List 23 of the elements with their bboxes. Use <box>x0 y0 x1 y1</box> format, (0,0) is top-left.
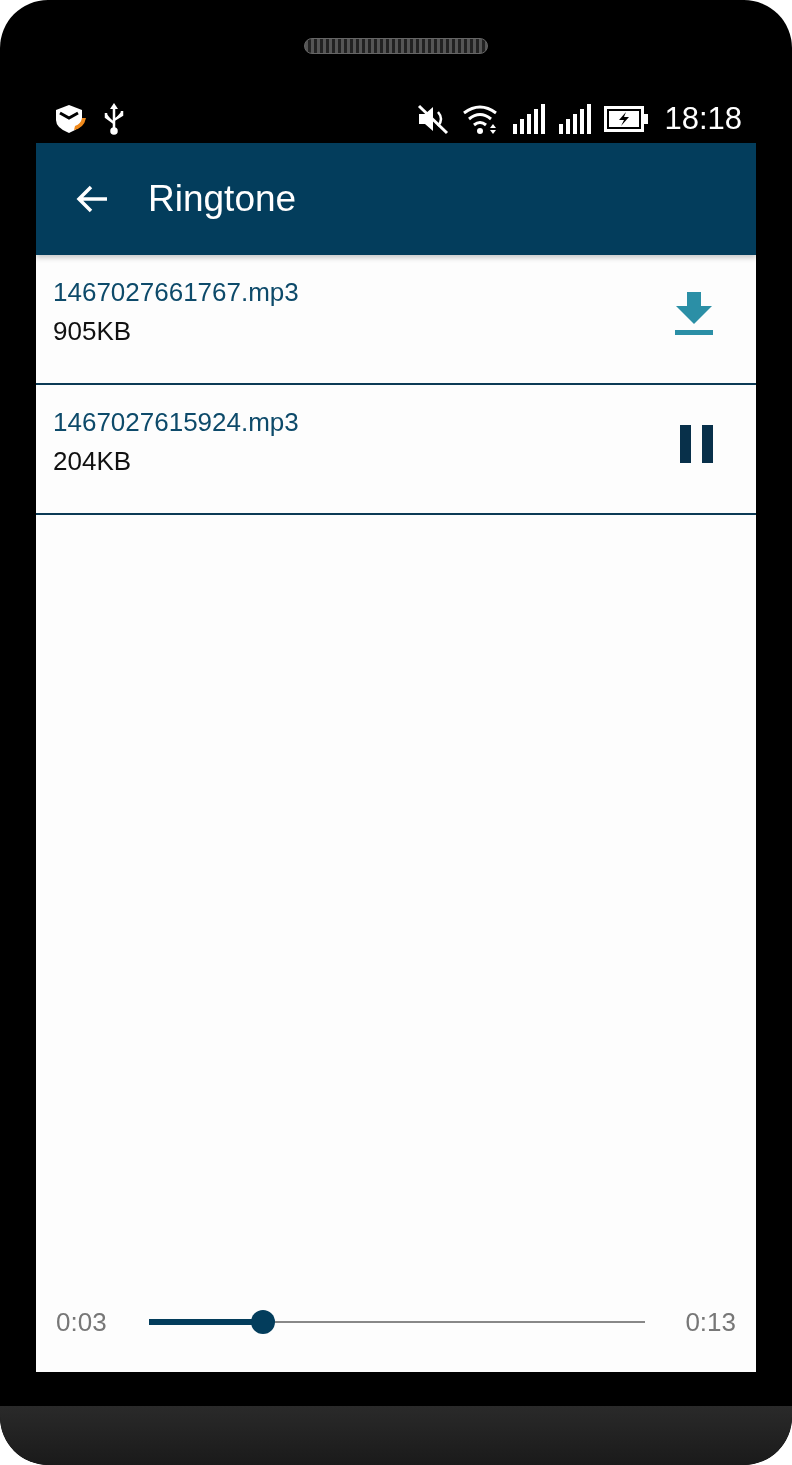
seek-handle[interactable] <box>250 1310 275 1334</box>
pause-button[interactable] <box>680 425 714 463</box>
signal-icon <box>558 104 593 134</box>
download-icon <box>674 292 714 336</box>
file-size: 905KB <box>53 316 133 347</box>
back-arrow-icon <box>75 184 109 214</box>
screen-title: Ringtone <box>148 178 297 220</box>
shield-phone-icon <box>54 104 88 134</box>
elapsed-time: 0:03 <box>56 1306 107 1338</box>
file-name: 1467027661767.mp3 <box>53 277 299 308</box>
file-size: 204KB <box>53 446 133 477</box>
ringtone-item[interactable]: 1467027615924.mp3 204KB <box>36 385 756 515</box>
seek-slider[interactable] <box>148 1310 646 1334</box>
signal-icon <box>512 104 547 134</box>
file-name: 1467027615924.mp3 <box>53 407 299 438</box>
status-time: 18:18 <box>664 101 742 137</box>
total-time: 0:13 <box>685 1306 736 1338</box>
ringtone-item[interactable]: 1467027661767.mp3 905KB <box>36 255 756 385</box>
battery-charging-icon <box>604 106 649 132</box>
usb-icon <box>102 103 126 135</box>
mute-icon <box>416 103 451 135</box>
pause-icon <box>680 425 714 463</box>
download-button[interactable] <box>674 292 714 336</box>
